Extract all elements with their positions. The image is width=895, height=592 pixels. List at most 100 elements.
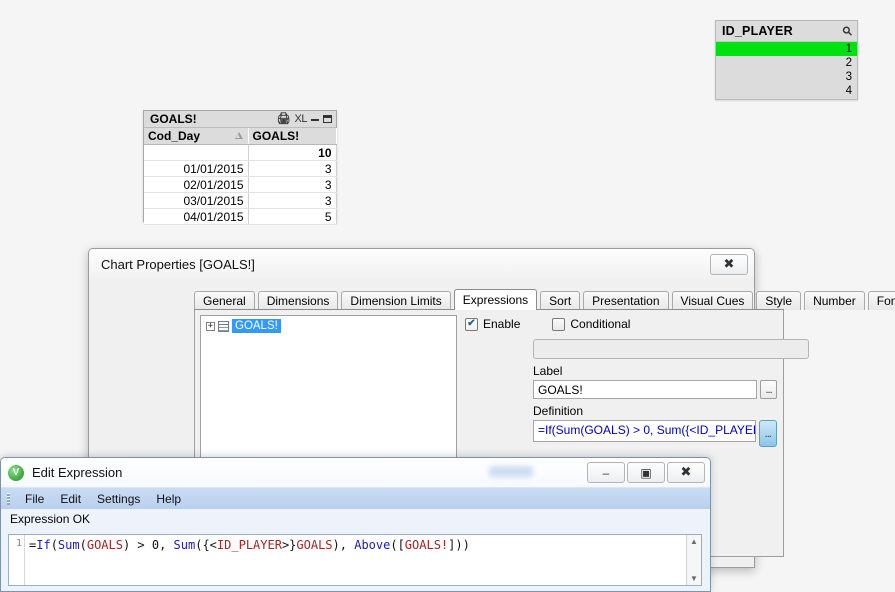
conditional-label: Conditional [570,317,631,331]
minimize-icon[interactable] [311,119,319,121]
definition-edit-expression-button[interactable]: ... [758,420,777,447]
menu-file[interactable]: File [17,490,52,508]
tab-style[interactable]: Style [756,291,802,310]
chart-title: GOALS! [150,112,197,126]
column-header-label: GOALS! [252,129,300,143]
close-icon[interactable]: ✖ [710,253,748,275]
list-item[interactable]: 1 [716,42,857,56]
restore-icon[interactable]: ▣ [627,462,665,483]
listbox-title: ID_PLAYER [722,24,793,38]
print-icon[interactable]: 🖨 [277,113,291,125]
table-row[interactable]: 01/01/2015 3 [144,160,337,177]
code-token: Sum [57,538,80,552]
label-browse-button[interactable]: ... [760,380,777,399]
conditional-input[interactable] [533,339,809,359]
table-row-total: 10 [144,144,337,161]
scroll-up-icon[interactable]: ▲ [690,537,698,546]
menu-edit[interactable]: Edit [52,490,89,508]
code-token: ) > 0, [122,538,174,552]
cell-goals[interactable]: 5 [248,208,337,225]
listbox-rows: 1 2 3 4 [716,42,857,98]
code-token: If [36,538,51,552]
edit-expression-window[interactable]: V Edit Expression – ▣ ✖ File Edit Settin… [0,457,711,592]
expression-code[interactable]: =If(Sum(GOALS) > 0, Sum({<ID_PLAYER>}GOA… [25,535,686,585]
maximize-icon[interactable] [323,115,332,123]
listbox-id-player[interactable]: ID_PLAYER ⚲ 1 2 3 4 [715,20,858,100]
expression-tree-item[interactable]: + GOALS! [201,316,456,333]
code-token: Above [354,538,391,552]
list-item[interactable]: 2 [716,56,857,70]
table-row[interactable]: 04/01/2015 5 [144,208,337,225]
goals-table: Cod_Day GOALS! 10 01/01/2015 3 02/01/201… [144,128,337,225]
expression-editor[interactable]: 1 =If(Sum(GOALS) > 0, Sum({<ID_PLAYER>}G… [8,534,702,586]
qlikview-logo-icon: V [8,464,24,481]
editor-scrollbar[interactable]: ▲ ▼ [686,535,701,585]
cell-day[interactable]: 02/01/2015 [144,176,249,193]
menu-help[interactable]: Help [148,490,189,508]
chart-caption: GOALS! 🖨 XL [144,111,336,128]
table-header-row: Cod_Day GOALS! [144,128,337,145]
minimize-icon[interactable]: – [587,462,625,483]
tab-font[interactable]: Font [867,291,895,310]
close-icon[interactable]: ✖ [667,462,705,483]
menubar[interactable]: File Edit Settings Help [1,487,710,509]
code-token: ({< [195,538,217,552]
grid-icon [218,320,229,332]
tab-general[interactable]: General [194,291,255,310]
tab-sort[interactable]: Sort [540,291,581,310]
menu-settings[interactable]: Settings [89,490,148,508]
code-token: GOALS! [404,538,449,552]
code-token: ID_PLAYER [216,538,282,552]
definition-input[interactable]: =If(Sum(GOALS) > 0, Sum({<ID_PLAYER>}GO [533,420,756,442]
chart-properties-tabs[interactable]: General Dimensions Dimension Limits Expr… [194,289,895,310]
edit-expression-titlebar[interactable]: V Edit Expression – ▣ ✖ [1,458,710,487]
cell-goals[interactable]: 3 [248,160,337,177]
tab-dimensions[interactable]: Dimensions [257,291,339,310]
status-text: Expression OK [1,509,710,528]
label-input[interactable]: GOALS! [533,380,758,399]
sort-ascending-icon[interactable] [234,132,243,139]
expression-settings-form: ✔ Enable Conditional Label GOALS! ... De… [465,315,809,447]
definition-text: =If(Sum(GOALS) > 0, Sum({<ID_PLAYER>}GO [538,423,755,437]
scroll-down-icon[interactable]: ▼ [690,574,698,583]
column-header-cod-day[interactable]: Cod_Day [144,128,249,145]
chart-properties-titlebar[interactable]: Chart Properties [GOALS!] ✖ [89,249,754,279]
cell-day[interactable]: 01/01/2015 [144,160,249,177]
cell-goals[interactable]: 3 [248,192,337,209]
code-token: Sum [173,538,196,552]
code-token: ])) [448,538,470,552]
column-header-goals[interactable]: GOALS! [248,128,337,145]
cell-day[interactable]: 03/01/2015 [144,192,249,209]
code-token: ( [50,538,58,552]
conditional-checkbox[interactable] [552,317,566,331]
excel-export-icon[interactable]: XL [295,113,308,125]
menubar-grip[interactable] [7,492,10,505]
cell-goals[interactable]: 3 [248,176,337,193]
expression-tree-item-label: GOALS! [232,319,281,333]
tab-dimension-limits[interactable]: Dimension Limits [341,291,451,310]
cell-goals: 10 [248,144,337,161]
table-row[interactable]: 03/01/2015 3 [144,192,337,209]
window-title: Edit Expression [32,465,123,480]
chart-goals-table[interactable]: GOALS! 🖨 XL Cod_Day GOALS! 10 01/01/2015… [143,110,337,225]
tab-presentation[interactable]: Presentation [583,291,669,310]
column-header-label: Cod_Day [148,129,201,143]
enable-label: Enable [483,317,521,331]
redacted-region [489,466,533,477]
tab-number[interactable]: Number [804,291,865,310]
tab-expressions[interactable]: Expressions [453,289,538,310]
expand-icon[interactable]: + [206,321,215,331]
code-token: GOALS [296,538,333,552]
cell-day [144,144,249,161]
enable-checkbox[interactable]: ✔ [465,317,478,331]
table-row[interactable]: 02/01/2015 3 [144,176,337,193]
label-caption: Label [533,364,563,378]
listbox-caption: ID_PLAYER ⚲ [716,21,857,42]
list-item[interactable]: 3 [716,70,857,84]
code-token: GOALS [86,538,123,552]
cell-day[interactable]: 04/01/2015 [144,208,249,225]
list-item[interactable]: 4 [716,84,857,98]
definition-caption: Definition [533,404,584,418]
tab-visual-cues[interactable]: Visual Cues [671,291,754,310]
code-token: ( [79,538,87,552]
